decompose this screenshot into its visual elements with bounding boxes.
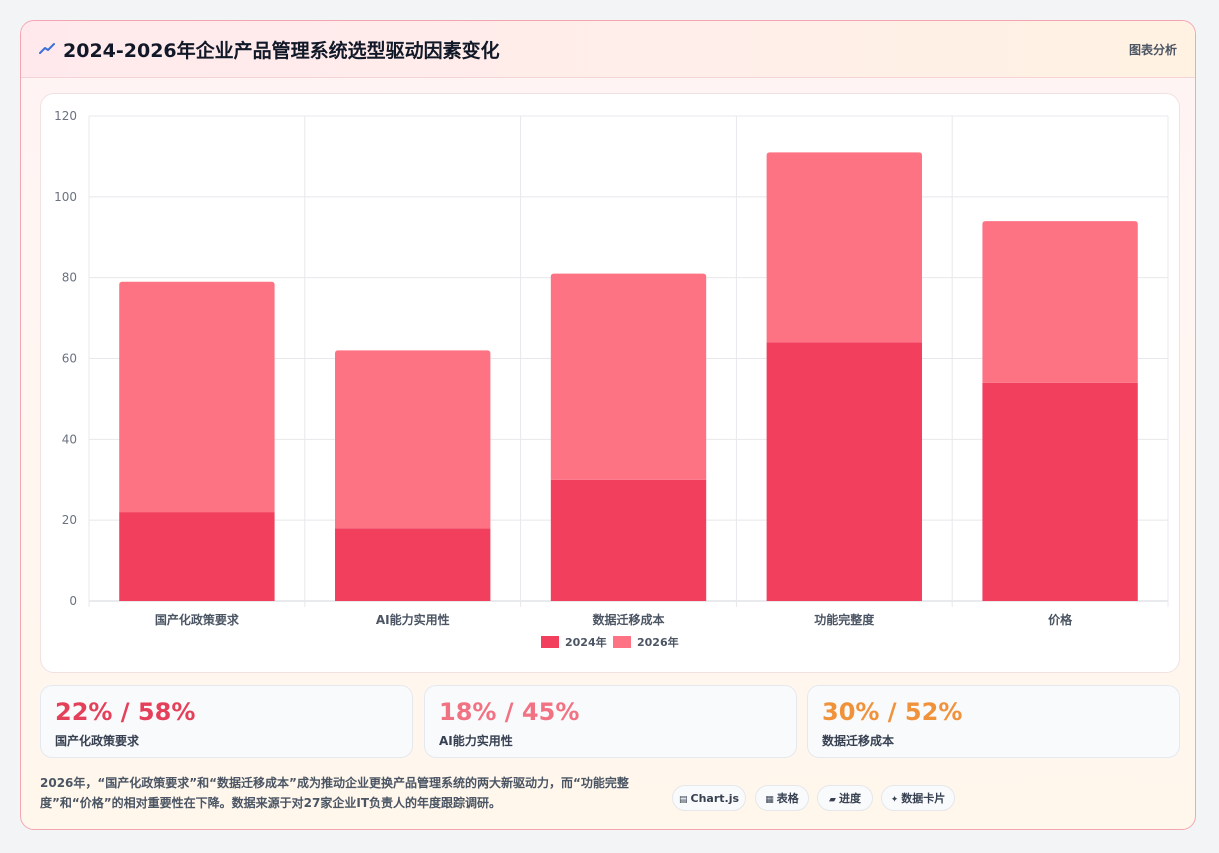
x-tick-label: 数据迁移成本: [592, 612, 664, 627]
legend-swatch: [613, 636, 631, 648]
x-tick-label: 国产化政策要求: [155, 612, 240, 627]
stat-card-policy: 22% / 58% 国产化政策要求: [40, 685, 413, 758]
stat-value: 30% / 52%: [822, 698, 963, 726]
y-tick-label: 20: [62, 513, 77, 527]
data-card-icon: ✦: [890, 795, 899, 805]
legend-swatch: [541, 636, 559, 648]
chart-icon: ▤: [678, 795, 688, 805]
x-tick-label: 价格: [1048, 612, 1073, 627]
stacked-bar-chart: 0 20 40 60 80 100 120 国产化政策要求 AI能力实用性 数据迁移成本 功能完整度…: [54, 109, 1169, 649]
y-tick-label: 100: [54, 190, 77, 204]
chip-label: Chart.js: [690, 792, 740, 805]
chart-container: 0 20 40 60 80 100 120 国产化政策要求 AI能力实用性 数据迁移成本 功能完整度…: [40, 93, 1180, 673]
card-header: 2024-2026年企业产品管理系统选型驱动因素变化 图表分析: [21, 21, 1195, 78]
stat-value: 22% / 58%: [55, 698, 196, 726]
chip-table[interactable]: ▦ 表格: [755, 785, 809, 811]
page-title: 2024-2026年企业产品管理系统选型驱动因素变化: [63, 40, 500, 62]
stat-card-ai: 18% / 45% AI能力实用性: [424, 685, 797, 758]
y-tick-label: 0: [69, 594, 77, 608]
y-tick-label: 40: [62, 432, 77, 446]
chip-label: 表格: [776, 792, 799, 805]
chip-progress[interactable]: ▰ 进度: [817, 785, 873, 811]
chip-data-card[interactable]: ✦ 数据卡片: [881, 785, 955, 811]
trend-line-icon: [39, 43, 55, 54]
bar-segment: [766, 342, 922, 601]
legend-label: 2024年: [565, 635, 607, 649]
x-tick-label: 功能完整度: [814, 612, 875, 627]
bar-segment: [335, 528, 491, 601]
stat-label: 国产化政策要求: [55, 734, 140, 748]
bar-segment: [550, 479, 707, 601]
chip-label: 进度: [838, 792, 861, 805]
stat-card-migration: 30% / 52% 数据迁移成本: [807, 685, 1180, 758]
bar-segment: [766, 152, 922, 343]
footnote: 2026年，“国产化政策要求”和“数据迁移成本”成为推动企业更换产品管理系统的两…: [40, 776, 629, 810]
chart-analysis-tag: 图表分析: [1128, 43, 1177, 57]
table-icon: ▦: [765, 795, 774, 805]
progress-icon: ▰: [829, 795, 836, 805]
chip-label: 数据卡片: [901, 792, 946, 805]
y-tick-label: 80: [62, 271, 77, 285]
chart-card: 2024-2026年企业产品管理系统选型驱动因素变化 图表分析 0 20 40 60 8…: [20, 20, 1196, 830]
legend-label: 2026年: [637, 635, 679, 649]
stat-label: AI能力实用性: [439, 734, 513, 748]
bar-segment: [119, 281, 275, 513]
bar-segment: [335, 350, 491, 529]
bar-segment: [982, 382, 1138, 601]
bar-segment: [982, 221, 1138, 383]
y-tick-label: 120: [54, 109, 77, 123]
stat-label: 数据迁移成本: [822, 734, 895, 748]
chip-chartjs[interactable]: ▤ Chart.js: [672, 785, 746, 811]
bar-segment: [550, 273, 707, 480]
stat-value: 18% / 45%: [439, 698, 580, 726]
y-tick-label: 60: [62, 352, 77, 366]
bar-segment: [119, 512, 275, 601]
x-tick-label: AI能力实用性: [376, 612, 450, 627]
